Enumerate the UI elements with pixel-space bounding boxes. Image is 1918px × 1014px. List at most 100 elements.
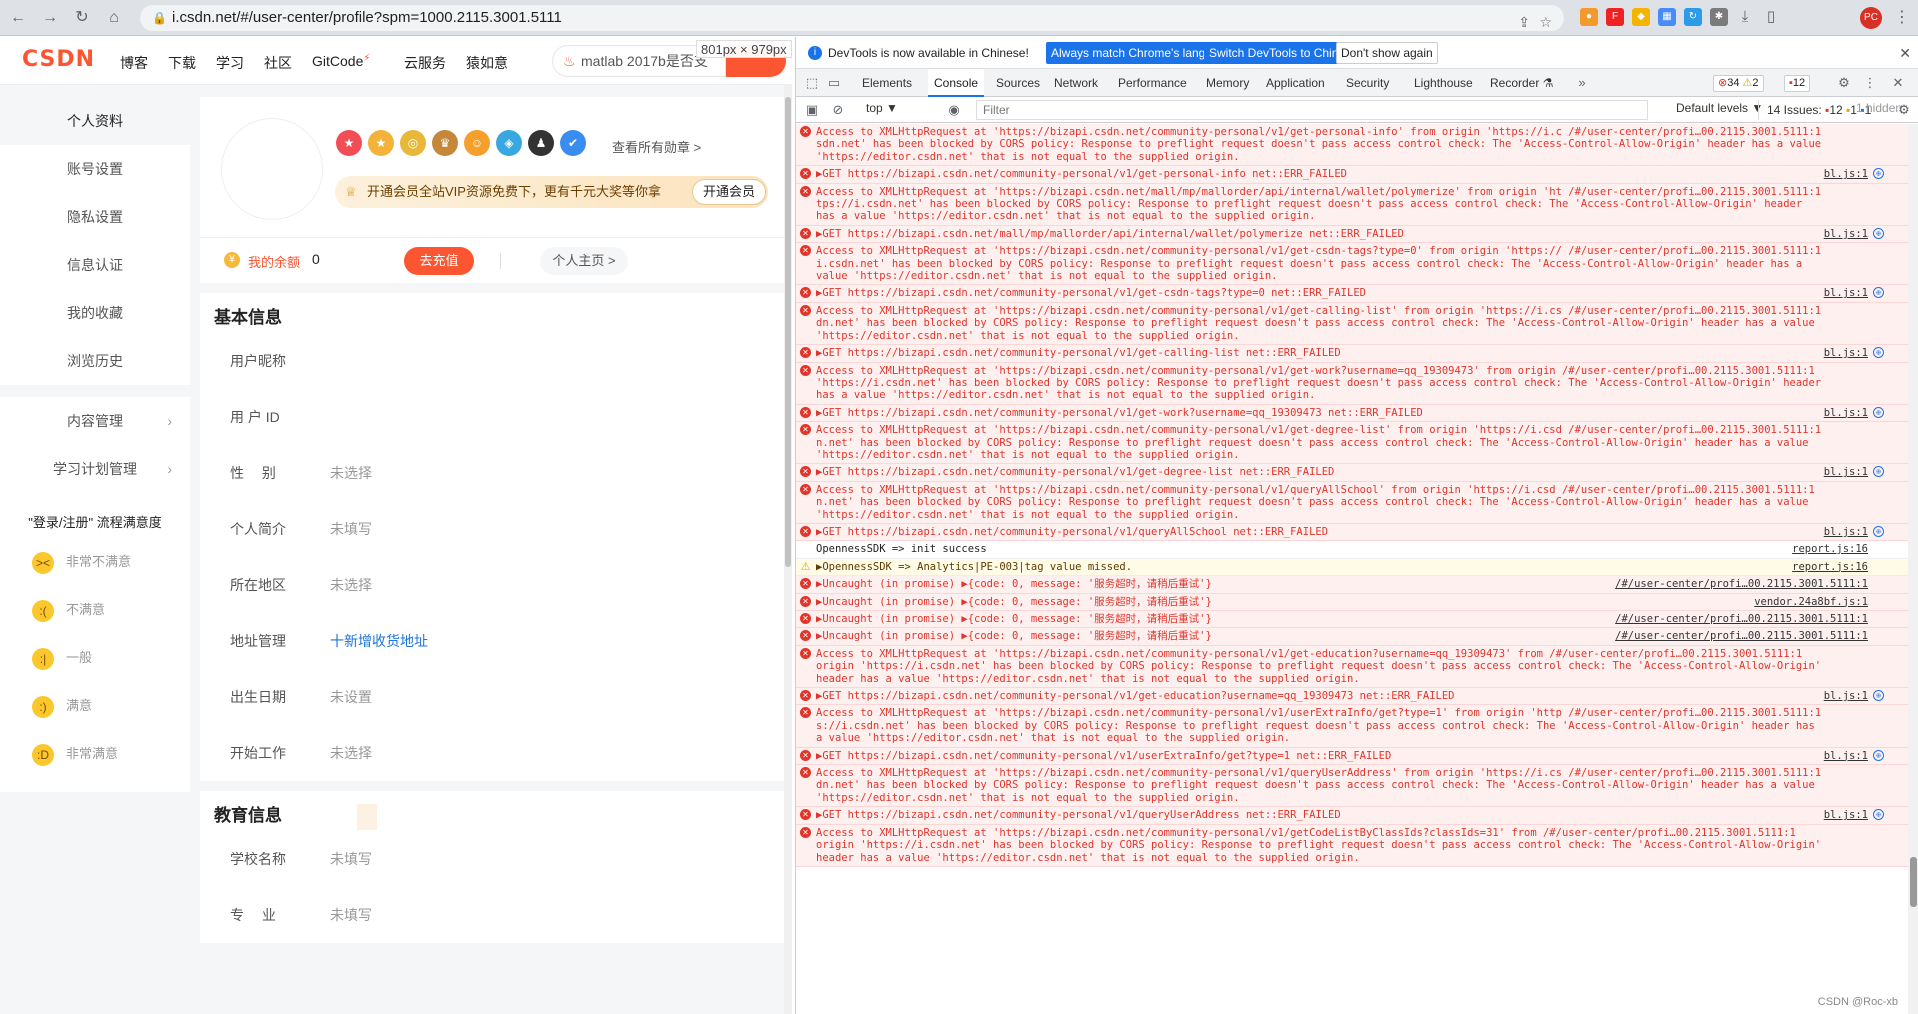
source-link[interactable]: bl.js:1 [1817, 466, 1868, 479]
medal-icon[interactable]: ☺ [464, 130, 490, 156]
vip-banner[interactable]: ♕ 开通会员全站VIP资源免费下，更有千元大奖等你拿 开通会员 [335, 176, 768, 208]
medal-icon[interactable]: ✔ [560, 130, 586, 156]
page-scrollbar-thumb[interactable] [785, 97, 791, 567]
console-message[interactable]: ✕ ▶GET https://bizapi.csdn.net/community-… [796, 285, 1908, 303]
download-icon[interactable]: ⤓ [1736, 8, 1754, 26]
tab-sources[interactable]: Sources [990, 69, 1046, 97]
source-link[interactable]: bl.js:1 [1817, 227, 1868, 241]
console-message[interactable]: ✕ ▶Uncaught (in promise) ▶{code: 0, messa… [796, 611, 1908, 629]
sidebar-item-history[interactable]: 浏览历史 [0, 337, 190, 385]
network-request-icon[interactable]: ⊕ [1873, 525, 1884, 537]
bookmark-star-icon[interactable]: ☆ [1539, 9, 1552, 35]
eye-icon[interactable]: ◉ [946, 102, 962, 118]
more-tabs-icon[interactable]: » [1574, 75, 1590, 91]
console-message[interactable]: ✕ Access to XMLHttpRequest at 'https://bi… [796, 824, 1908, 867]
extension-icon[interactable]: ● [1580, 8, 1598, 26]
address-bar[interactable]: 🔒 i.csdn.net/#/user-center/profile?spm=1… [140, 5, 1564, 31]
issues-button[interactable]: 14 Issues: ▪12 ▪1 ▪1 [1758, 100, 1871, 120]
sidebar-item-privacy[interactable]: 隐私设置 [0, 193, 190, 241]
back-icon[interactable]: ← [8, 8, 28, 28]
clear-console-icon[interactable]: ⊘ [830, 102, 846, 118]
network-request-icon[interactable]: ⊕ [1873, 406, 1884, 418]
sidebar-item-profile[interactable]: 个人资料 [0, 97, 190, 145]
survey-option[interactable]: :D 非常满意 [32, 742, 118, 766]
tab-recorder[interactable]: Recorder ⚗ [1484, 69, 1559, 97]
network-request-icon[interactable]: ⊕ [1873, 227, 1884, 239]
source-link[interactable]: vendor.24a8bf.js:1 [1748, 595, 1868, 608]
console-message[interactable]: ✕ Access to XMLHttpRequest at 'https://bi… [796, 243, 1908, 286]
medal-icon[interactable]: ★ [336, 130, 362, 156]
inspect-icon[interactable]: ⬚ [804, 75, 820, 91]
source-link[interactable]: bl.js:1 [1817, 168, 1868, 181]
console-message[interactable]: ✕ ▶GET https://bizapi.csdn.net/community-… [796, 166, 1908, 184]
field-value[interactable]: 未选择 [330, 463, 372, 483]
profile-avatar[interactable]: PC [1860, 7, 1882, 29]
console-scrollbar-thumb[interactable] [1910, 857, 1917, 907]
console-message[interactable]: ✕ Access to XMLHttpRequest at 'https://bi… [796, 362, 1908, 405]
console-message[interactable]: ✕ ▶GET https://bizapi.csdn.net/mall/mp/ma… [796, 225, 1908, 244]
device-toolbar-icon[interactable]: ▭ [826, 75, 842, 91]
nav-yuanruyi[interactable]: 猿如意 [466, 53, 508, 73]
home-icon[interactable]: ⌂ [104, 8, 124, 28]
sidebar-item-study-plan[interactable]: 学习计划管理 › [0, 445, 190, 493]
sidebar-item-verify[interactable]: 信息认证 [0, 241, 190, 289]
close-devtools-icon[interactable]: ✕ [1890, 75, 1906, 91]
source-link[interactable]: bl.js:1 [1817, 347, 1868, 360]
source-link[interactable]: bl.js:1 [1817, 749, 1868, 763]
source-link[interactable]: bl.js:1 [1817, 809, 1868, 822]
csdn-logo[interactable]: CSDN [22, 47, 95, 72]
console-message[interactable]: ✕ ▶Uncaught (in promise) ▶{code: 0, messa… [796, 593, 1908, 611]
field-value[interactable]: 未选择 [330, 743, 372, 763]
network-request-icon[interactable]: ⊕ [1873, 809, 1884, 821]
field-value[interactable]: 未填写 [330, 905, 372, 925]
settings-icon[interactable]: ⚙ [1836, 75, 1852, 91]
side-panel-icon[interactable]: ▯ [1762, 8, 1780, 26]
nav-community[interactable]: 社区 [264, 53, 292, 73]
view-all-medals-link[interactable]: 查看所有勋章 > [612, 137, 701, 156]
console-message[interactable]: ✕ Access to XMLHttpRequest at 'https://bi… [796, 705, 1908, 748]
console-message[interactable]: OpennessSDK => init success report.js:16 [796, 541, 1908, 559]
console-message[interactable]: ✕ Access to XMLHttpRequest at 'https://bi… [796, 422, 1908, 465]
console-message[interactable]: ✕ ▶GET https://bizapi.csdn.net/community-… [796, 807, 1908, 825]
tab-memory[interactable]: Memory [1200, 69, 1255, 97]
nav-download[interactable]: 下载 [168, 53, 196, 73]
extension-icon[interactable]: F [1606, 8, 1624, 26]
medal-icon[interactable]: ★ [368, 130, 394, 156]
nav-gitcode[interactable]: GitCode⚡ [312, 53, 370, 69]
survey-option[interactable]: :(不满意 [32, 598, 105, 622]
issues-counter[interactable]: ▪12 [1784, 75, 1811, 92]
network-request-icon[interactable]: ⊕ [1873, 287, 1884, 299]
survey-option[interactable]: :) 满意 [32, 694, 92, 718]
context-select[interactable]: top ▼ [866, 101, 898, 115]
network-request-icon[interactable]: ⊕ [1873, 347, 1884, 359]
network-request-icon[interactable]: ⊕ [1873, 690, 1884, 702]
console-message[interactable]: ✕ ▶Uncaught (in promise) ▶{code: 0, messa… [796, 628, 1908, 646]
tab-network[interactable]: Network [1048, 69, 1104, 97]
close-icon[interactable]: ✕ [1899, 37, 1911, 69]
network-request-icon[interactable]: ⊕ [1873, 168, 1884, 180]
console-message[interactable]: ⚠ ▶OpennessSDK => Analytics|PE-003|tag va… [796, 558, 1908, 577]
console-message[interactable]: ✕ Access to XMLHttpRequest at 'https://bi… [796, 302, 1908, 346]
console-message[interactable]: ✕ ▶GET https://bizapi.csdn.net/community-… [796, 688, 1908, 706]
tab-performance[interactable]: Performance [1112, 69, 1193, 97]
field-value[interactable]: 未填写 [330, 849, 372, 869]
extension-icon[interactable]: ◆ [1632, 8, 1650, 26]
field-value[interactable]: 十新增收货地址 [330, 631, 428, 651]
open-vip-button[interactable]: 开通会员 [691, 179, 766, 205]
forward-icon[interactable]: → [40, 8, 60, 28]
console-message[interactable]: ✕ ▶GET https://bizapi.csdn.net/community-… [796, 404, 1908, 423]
console-filter-input[interactable]: Filter [976, 100, 1648, 120]
field-value[interactable]: 未选择 [330, 575, 372, 595]
share-icon[interactable]: ⇪ [1518, 9, 1530, 35]
field-value[interactable]: 未填写 [330, 519, 372, 539]
network-request-icon[interactable]: ⊕ [1873, 466, 1884, 478]
source-link[interactable]: /#/user-center/profi…00.2115.3001.5111:1 [1609, 578, 1868, 591]
console-message[interactable]: ✕ ▶GET https://bizapi.csdn.net/community-… [796, 523, 1908, 542]
source-link[interactable]: /#/user-center/profi…00.2115.3001.5111:1 [1609, 613, 1868, 626]
sidebar-item-account[interactable]: 账号设置 [0, 145, 190, 193]
personal-home-button[interactable]: 个人主页 > [540, 247, 628, 275]
menu-icon[interactable]: ⋮ [1894, 7, 1910, 27]
tab-elements[interactable]: Elements [856, 69, 918, 97]
error-warning-counter[interactable]: ⊗34 ⚠2 [1713, 75, 1764, 92]
sidebar-toggle-icon[interactable]: ▣ [804, 102, 820, 118]
